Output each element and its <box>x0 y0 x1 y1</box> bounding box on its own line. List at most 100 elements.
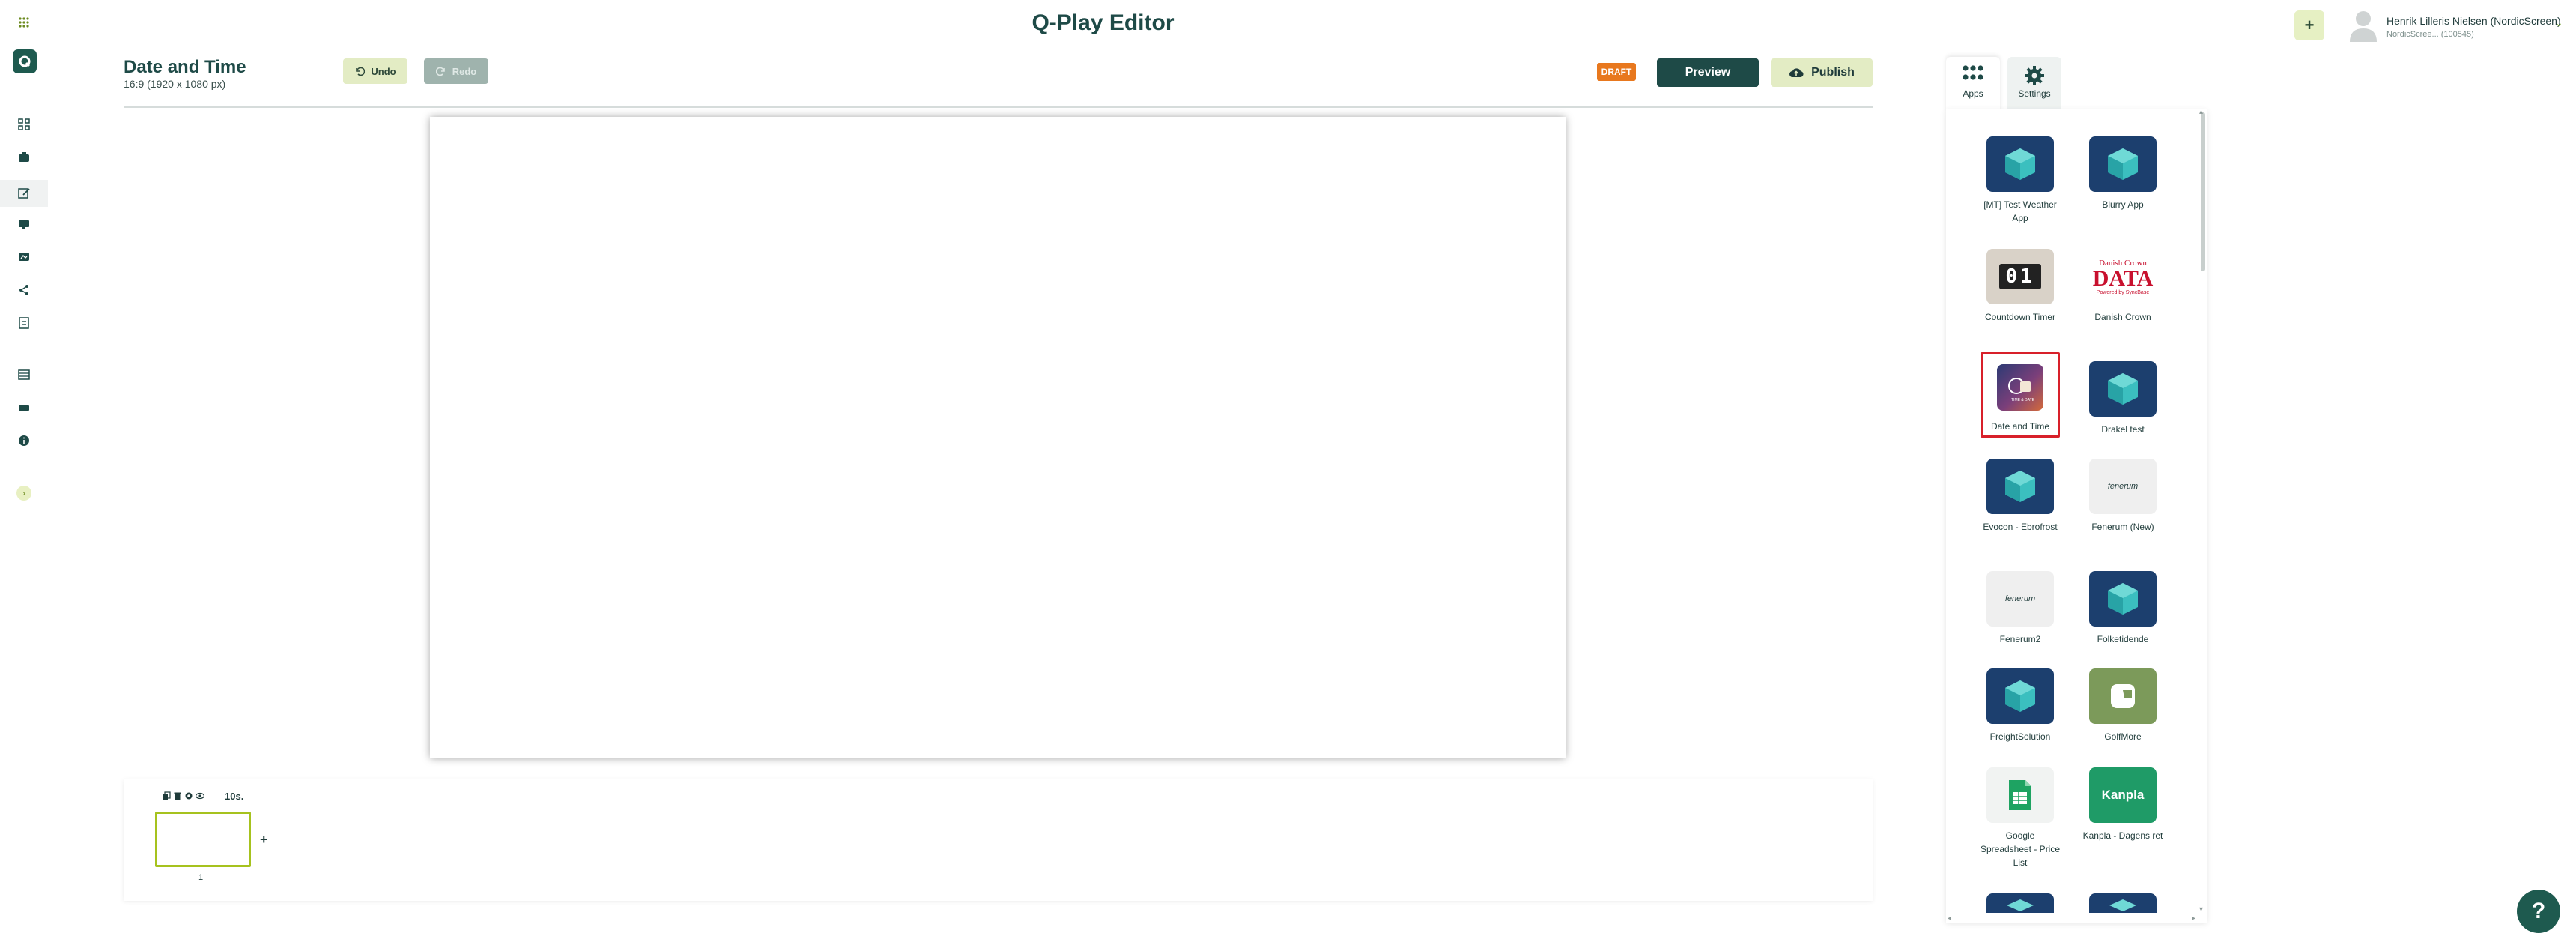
draft-badge: DRAFT <box>1597 63 1636 81</box>
redo-icon <box>435 67 445 76</box>
app-item[interactable]: GolfMore <box>2076 668 2170 743</box>
countdown-digits: 01 <box>1999 264 2041 289</box>
copy-icon[interactable] <box>162 791 171 800</box>
cube-icon <box>2089 571 2157 627</box>
screen-icon[interactable] <box>15 215 33 233</box>
redo-button[interactable]: Redo <box>424 58 488 84</box>
resolution-label: 16:9 (1920 x 1080 px) <box>124 78 226 90</box>
apps-scrollbar[interactable] <box>2201 112 2205 271</box>
fenerum-wordmark: fenerum <box>2107 482 2139 491</box>
info-icon[interactable] <box>15 432 33 450</box>
cube-icon <box>1986 668 2054 724</box>
app-item[interactable]: fenerum Fenerum (New) <box>2076 459 2170 534</box>
danish-crown-powered: Powered by SyncBase <box>2096 289 2150 295</box>
app-item[interactable]: Google Spreadsheet - Price List <box>1973 767 2067 869</box>
sheets-icon <box>1986 767 2054 823</box>
editor-icon[interactable] <box>15 184 33 202</box>
cube-icon <box>1986 459 2054 514</box>
slide-duration[interactable]: 10s. <box>225 791 243 802</box>
dashboard-icon[interactable] <box>15 115 33 133</box>
app-item[interactable]: Danish Crown DATA Powered by SyncBase Da… <box>2076 249 2170 324</box>
app-item[interactable]: [MT] Test Weather App <box>1973 136 2067 225</box>
kanpla-wordmark: Kanpla <box>2101 788 2145 802</box>
app-label: [MT] Test Weather App <box>1983 199 2057 223</box>
danish-crown-data: DATA <box>2092 265 2154 291</box>
scroll-right-icon[interactable]: ▸ <box>2192 914 2195 923</box>
list-icon[interactable] <box>15 366 33 384</box>
date-time-caption: TIME & DATE <box>2011 398 2035 402</box>
slide-canvas[interactable] <box>430 117 1566 758</box>
expand-sidebar-icon[interactable]: › <box>16 486 31 501</box>
create-new-button[interactable]: + <box>2294 10 2324 40</box>
cube-icon <box>1986 136 2054 192</box>
cube-icon <box>2089 361 2157 417</box>
app-label: Blurry App <box>2102 199 2144 210</box>
app-label: Fenerum2 <box>1999 634 2041 644</box>
apps-grid-icon <box>1963 65 1983 80</box>
app-item[interactable]: fenerum Fenerum2 <box>1973 571 2067 646</box>
app-item[interactable]: 01 Countdown Timer <box>1973 249 2067 324</box>
golfmore-logo <box>2089 668 2157 724</box>
app-item-date-and-time[interactable]: TIME & DATE Date and Time <box>1973 361 2067 433</box>
app-item[interactable]: Folketidende <box>2076 571 2170 646</box>
slide-number: 1 <box>198 873 204 882</box>
app-label: Google Spreadsheet - Price List <box>1980 830 2061 868</box>
delete-icon[interactable] <box>173 791 182 800</box>
user-organization: NordicScree... (100545) <box>2386 30 2474 39</box>
playlist-icon[interactable] <box>15 248 33 266</box>
reports-icon[interactable] <box>15 314 33 332</box>
app-label: Kanpla - Dagens ret <box>2082 830 2163 841</box>
app-title: Q-Play Editor <box>1031 10 1175 35</box>
app-item[interactable]: Drakel test <box>2076 361 2170 436</box>
fenerum-logo: fenerum <box>2089 459 2157 514</box>
scroll-up-icon[interactable]: ▴ <box>2199 108 2203 116</box>
redo-label: Redo <box>452 65 477 77</box>
share-icon[interactable] <box>15 281 33 299</box>
app-item[interactable]: FreightSolution <box>1973 668 2067 743</box>
scroll-left-icon[interactable]: ◂ <box>1948 914 1951 923</box>
preview-button[interactable]: Preview <box>1657 58 1759 87</box>
tab-apps[interactable]: Apps <box>1946 57 2000 112</box>
apps-panel-bottom <box>1946 913 2207 923</box>
scroll-down-icon[interactable]: ▾ <box>2199 905 2203 914</box>
cloud-upload-icon <box>1789 68 1804 78</box>
device-icon[interactable] <box>15 399 33 417</box>
app-item[interactable]: Blurry App <box>2076 136 2170 211</box>
app-item[interactable]: Kanpla Kanpla - Dagens ret <box>2076 767 2170 842</box>
page-title: Date and Time <box>124 57 246 77</box>
app-label: Date and Time <box>1990 421 2050 432</box>
cube-icon[interactable] <box>2089 893 2157 913</box>
undo-label: Undo <box>371 65 396 77</box>
tab-settings-label: Settings <box>2018 88 2051 99</box>
app-label: Drakel test <box>2101 424 2145 435</box>
slide-thumbnail[interactable] <box>155 812 251 867</box>
undo-button[interactable]: Undo <box>343 58 407 84</box>
countdown-icon: 01 <box>1986 249 2054 304</box>
user-name[interactable]: Henrik Lilleris Nielsen (NordicScreen) <box>2386 15 2561 27</box>
undo-icon <box>356 67 366 76</box>
danish-crown-logo: Danish Crown DATA Powered by SyncBase <box>2089 249 2157 304</box>
cube-icon[interactable] <box>1986 893 2054 913</box>
left-sidebar <box>0 0 48 948</box>
app-label: Evocon - Ebrofrost <box>1983 522 2058 532</box>
user-avatar[interactable] <box>2348 9 2378 42</box>
gear-icon <box>2025 66 2044 85</box>
chevron-down-icon[interactable]: ⌄ <box>2554 16 2563 29</box>
slide-toolbar <box>162 791 205 800</box>
app-label: Folketidende <box>2097 634 2149 644</box>
app-label: Fenerum (New) <box>2091 522 2154 532</box>
tab-settings[interactable]: Settings <box>2007 57 2061 112</box>
kanpla-logo: Kanpla <box>2089 767 2157 823</box>
publish-label: Publish <box>1811 66 1855 79</box>
media-icon[interactable] <box>15 148 33 166</box>
app-label: Countdown Timer <box>1984 312 2056 322</box>
add-slide-button[interactable]: + <box>260 832 268 848</box>
gear-icon[interactable] <box>184 791 193 800</box>
help-button[interactable]: ? <box>2517 890 2560 933</box>
qplay-logo[interactable] <box>13 49 37 73</box>
app-item[interactable]: Evocon - Ebrofrost <box>1973 459 2067 534</box>
fenerum-wordmark: fenerum <box>2004 594 2036 603</box>
date-time-icon: TIME & DATE <box>1997 364 2043 411</box>
eye-icon[interactable] <box>195 791 205 800</box>
publish-button[interactable]: Publish <box>1771 58 1873 87</box>
